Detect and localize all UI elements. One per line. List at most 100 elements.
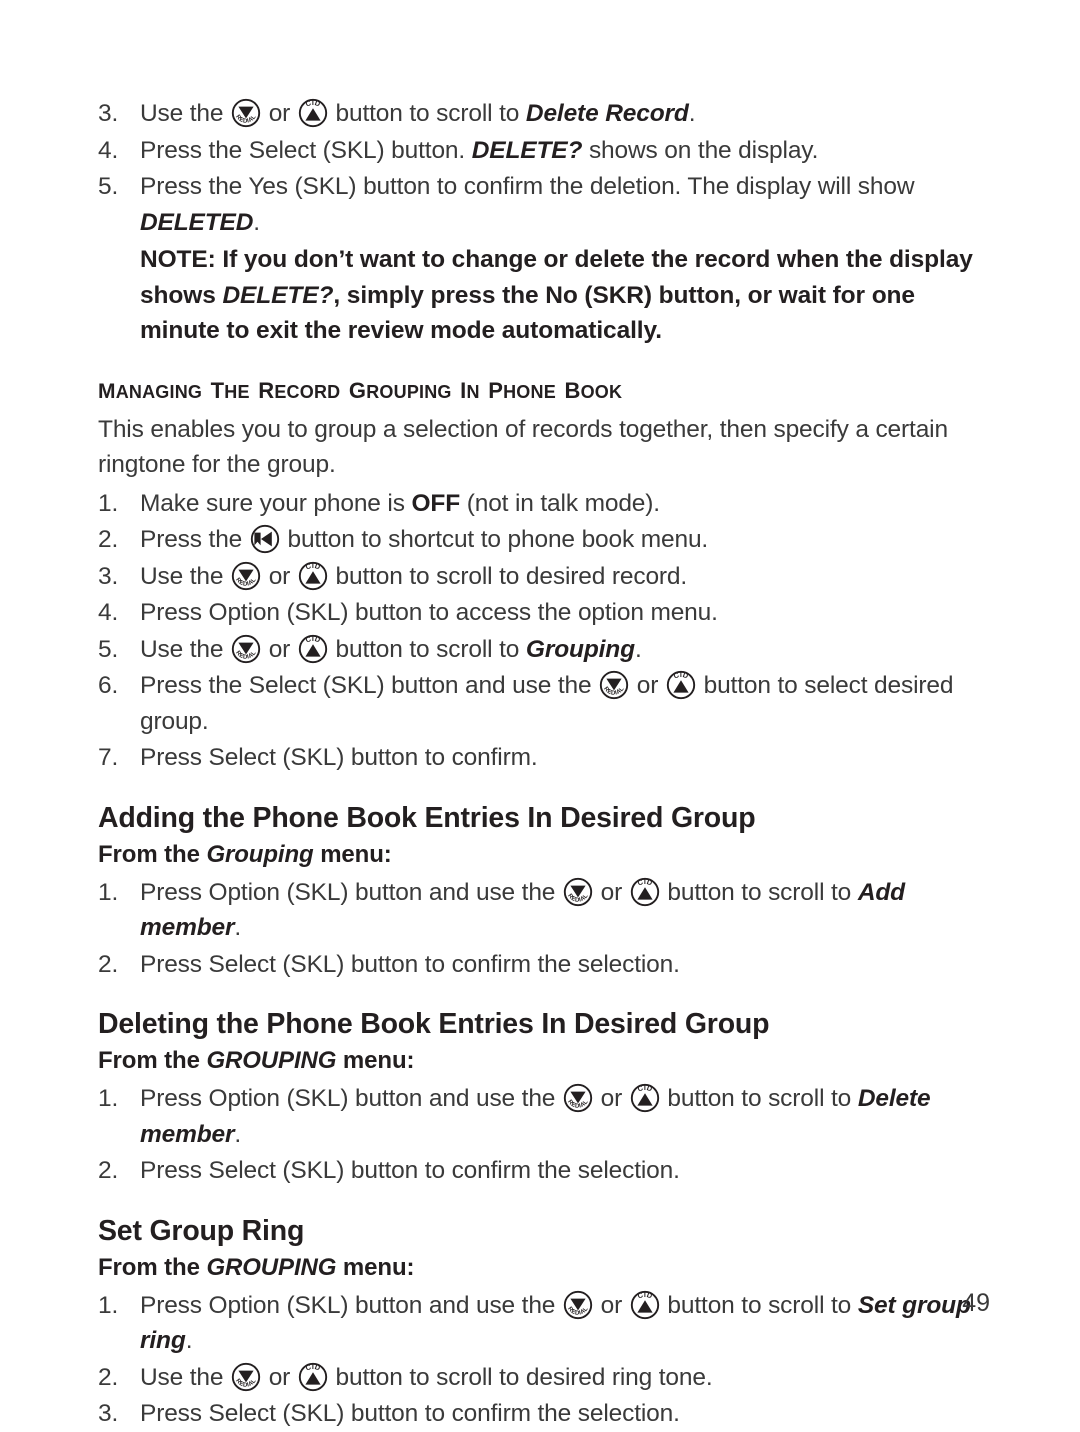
step-body: Use the or button to scroll to Grouping. (140, 636, 642, 663)
step-text: Use the (140, 635, 231, 663)
step-body: Press Option (SKL) button and use the or… (140, 877, 905, 941)
emphasis-bold-italic: Delete Record (525, 100, 689, 127)
section-intro-paragraph: This enables you to group a selection of… (98, 415, 948, 479)
manual-page: 3. Use the or button to scroll to Delete … (0, 0, 1080, 1427)
redial-down-key-icon (231, 1362, 261, 1392)
phone-book-left-key-icon (250, 524, 280, 554)
heading-capital: R (258, 368, 275, 405)
from-prefix: From the (98, 1253, 207, 1281)
heading-capital: M (98, 371, 116, 405)
step-number: 4. (98, 136, 119, 164)
note-block: NOTE: If you don’t want to change or del… (98, 242, 990, 349)
step-item: 5. Press the Yes (SKL) button to confirm … (98, 169, 990, 240)
step-text: button to scroll to desired ring tone. (328, 1363, 713, 1391)
from-prefix: From the (98, 840, 207, 868)
step-text: Press the Yes (SKL) button to confirm th… (140, 173, 915, 200)
heading-capital: P (488, 368, 504, 405)
step-item: 6. Press the Select (SKL) button and use … (98, 668, 990, 739)
step-text: . (688, 100, 696, 127)
step-number: 4. (98, 599, 119, 626)
heading-space (340, 372, 349, 405)
step-text: button to scroll to (660, 1291, 858, 1319)
from-menu-name: GROUPING (206, 1253, 337, 1281)
step-text: Press the Select (SKL) button. (140, 136, 472, 164)
step-text: or (262, 635, 297, 663)
from-menu-name: Grouping (206, 840, 314, 868)
step-item: 2. Use the or button to scroll to desired… (98, 1360, 990, 1396)
cid-up-key-icon (298, 561, 328, 591)
step-number: 5. (98, 173, 119, 200)
step-body: Press Option (SKL) button to access the … (140, 599, 718, 626)
subsection-title: Adding the Phone Book Entries In Desired… (98, 801, 756, 834)
subsections-container: Adding the Phone Book Entries In Desired… (98, 798, 990, 1432)
step-number: 1. (98, 878, 119, 906)
step-item: 2. Press Select (SKL) button to confirm t… (98, 947, 990, 983)
step-item: 1. Press Option (SKL) button and use the … (98, 1081, 990, 1152)
subsection-steps-list: 1. Press Option (SKL) button and use the … (98, 1081, 990, 1189)
from-menu-name: GROUPING (206, 1047, 337, 1074)
note-emphasis: DELETE? (222, 281, 334, 309)
step-text: button to scroll to (328, 635, 526, 663)
step-text: or (630, 672, 665, 699)
heading-smallcaps: OOK (580, 375, 623, 404)
step-text: button to shortcut to phone book menu. (280, 526, 709, 553)
step-text: Press Select (SKL) button to confirm the… (140, 1400, 680, 1427)
subsection-title: Set Group Ring (98, 1214, 305, 1247)
step-body: Use the or button to scroll to desired r… (140, 563, 687, 590)
redial-down-key-icon (231, 98, 261, 128)
step-text: button to scroll to (660, 878, 858, 906)
emphasis-bold: OFF (411, 489, 461, 517)
step-number: 7. (98, 744, 119, 771)
heading-space (202, 372, 211, 405)
heading-smallcaps: HE (224, 375, 250, 404)
page-number: 49 (962, 1289, 990, 1317)
step-text: Press Select (SKL) button to confirm the… (140, 1157, 680, 1184)
cid-up-key-icon (630, 1083, 660, 1113)
step-item: 3. Use the or button to scroll to Delete … (98, 96, 990, 132)
step-number: 1. (98, 1085, 119, 1112)
redial-down-key-icon (563, 1083, 593, 1113)
redial-down-key-icon (231, 561, 261, 591)
step-item: 5. Use the or button to scroll to Groupin… (98, 632, 990, 668)
step-text: button to scroll to (328, 100, 526, 127)
step-item: 7. Press Select (SKL) button to confirm. (98, 740, 990, 776)
redial-down-key-icon (231, 634, 261, 664)
step-text: or (593, 1085, 629, 1112)
step-number: 1. (98, 1291, 119, 1319)
subsection-steps-list: 1. Press Option (SKL) button and use the … (98, 1288, 990, 1432)
step-body: Press the Yes (SKL) button to confirm th… (140, 173, 915, 236)
heading-capital: T (210, 368, 225, 405)
step-number: 3. (98, 100, 119, 127)
redial-down-key-icon (599, 670, 629, 700)
step-text: Press the (140, 526, 249, 553)
cid-up-key-icon (630, 877, 660, 907)
step-text: Make sure your phone is (140, 489, 412, 517)
page-title: MANAGING THE RECORD GROUPING IN PHONE BO… (98, 367, 990, 410)
step-text: Use the (140, 100, 231, 127)
section-steps-list: 1. Make sure your phone is OFF (not in ta… (98, 486, 990, 776)
heading-capital: B (564, 368, 581, 405)
step-text: or (262, 100, 297, 127)
from-suffix: menu: (336, 1253, 415, 1281)
step-number: 3. (98, 1400, 119, 1427)
from-suffix: menu: (336, 1047, 415, 1074)
step-text: button to scroll to desired record. (328, 562, 688, 590)
step-text: Use the (140, 562, 231, 590)
step-body: Press Option (SKL) button and use the or… (140, 1291, 971, 1354)
step-text: Press Option (SKL) button to access the … (140, 599, 718, 626)
step-item: 2. Press the button to shortcut to phone … (98, 522, 990, 558)
step-body: Press Select (SKL) button to confirm. (140, 744, 538, 771)
step-text: Press the Select (SKL) button and use th… (140, 672, 599, 699)
step-item: 4. Press the Select (SKL) button. DELETE?… (98, 133, 990, 169)
step-body: Press the button to shortcut to phone bo… (140, 526, 708, 553)
from-menu-line: From the Grouping menu: (98, 838, 990, 871)
subsection-title: Deleting the Phone Book Entries In Desir… (98, 1008, 770, 1040)
step-text: . (185, 1327, 193, 1354)
step-text: or (593, 1291, 629, 1319)
step-item: 2. Press Select (SKL) button to confirm t… (98, 1153, 990, 1189)
continued-steps-list: 3. Use the or button to scroll to Delete … (98, 96, 990, 240)
step-text: or (262, 1363, 297, 1391)
step-text: or (262, 562, 297, 590)
step-text: . (234, 914, 242, 941)
heading-space (480, 372, 489, 405)
